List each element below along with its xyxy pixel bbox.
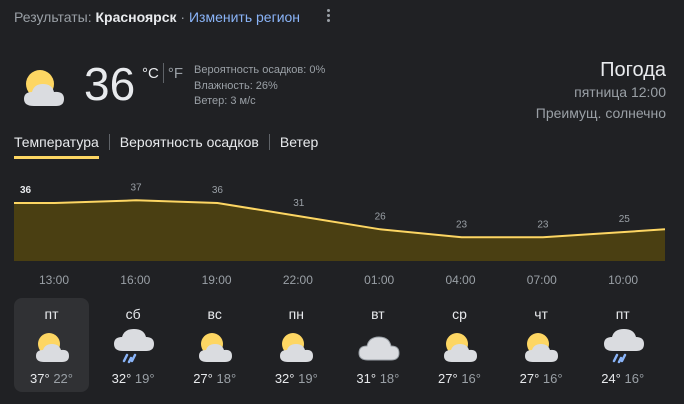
day-high: 31° [356, 371, 377, 386]
day-low: 18° [379, 371, 400, 386]
day-low: 16° [461, 371, 481, 386]
time-tick: 13:00 [38, 273, 70, 287]
day-name: чт [534, 306, 548, 322]
day-high: 27° [438, 371, 458, 386]
time-tick: 19:00 [201, 273, 232, 287]
fahrenheit-unit[interactable]: °F [168, 65, 183, 82]
temperature-label: 23 [537, 219, 549, 230]
day-temps: 32° 19° [259, 371, 334, 386]
temperature-area [14, 200, 665, 261]
day-temps: 32° 19° [96, 371, 171, 386]
day-card[interactable]: пт 37° 22° [14, 298, 89, 392]
tabs: Температура Вероятность осадков Ветер [14, 134, 318, 159]
temperature-label: 37 [131, 182, 143, 193]
day-low: 19° [298, 371, 318, 386]
day-card[interactable]: вт 31° 18° [340, 298, 415, 392]
time-tick: 01:00 [364, 273, 395, 287]
day-name: пт [615, 306, 630, 322]
day-name: вт [371, 306, 385, 322]
rain-icon [599, 327, 647, 365]
partly-cloudy-icon [272, 327, 320, 365]
current-temperature: 36 [84, 58, 136, 110]
day-temps: 31° 18° [340, 371, 415, 386]
day-low: 16° [542, 371, 563, 386]
day-temps: 37° 22° [14, 371, 89, 386]
day-card[interactable]: ср 27° 16° [422, 298, 497, 392]
precipitation-text: Вероятность осадков: 0% [194, 64, 326, 76]
day-high: 37° [30, 371, 50, 386]
day-card[interactable]: пн 32° 19° [259, 298, 334, 392]
temperature-label: 36 [212, 185, 224, 196]
day-name: ср [452, 306, 467, 322]
day-card[interactable]: чт 27° 16° [504, 298, 579, 392]
day-temps: 27° 18° [177, 371, 252, 386]
day-card[interactable]: пт 24° 16° [585, 298, 660, 392]
tab-temperature[interactable]: Температура [14, 134, 99, 159]
weather-condition: Преимущ. солнечно [535, 105, 666, 121]
time-tick: 07:00 [526, 273, 557, 287]
temperature-label: 26 [375, 211, 387, 222]
weather-title: Погода [600, 59, 666, 81]
tab-precipitation[interactable]: Вероятность осадков [120, 134, 259, 150]
results-label: Результаты: [14, 9, 92, 25]
day-low: 19° [134, 371, 155, 386]
partly-cloudy-icon [24, 70, 64, 106]
time-tick: 04:00 [445, 273, 476, 287]
weather-datetime: пятница 12:00 [574, 84, 666, 100]
tab-wind[interactable]: Ветер [280, 134, 319, 150]
humidity-text: Влажность: 26% [194, 79, 278, 92]
day-name: пт [44, 306, 59, 322]
wind-text: Ветер: 3 м/с [194, 95, 256, 107]
temperature-label: 31 [293, 198, 305, 209]
day-temps: 24° 16° [585, 371, 660, 386]
day-high: 32° [111, 371, 132, 386]
celsius-unit[interactable]: °C [142, 65, 159, 82]
time-tick: 10:00 [608, 273, 639, 287]
header-separator: · [180, 9, 186, 25]
day-low: 18° [216, 371, 237, 386]
more-options-icon[interactable] [322, 7, 334, 27]
city-name: Красноярск [95, 9, 177, 25]
day-temps: 27° 16° [504, 371, 579, 386]
day-low: 16° [624, 371, 645, 386]
day-low: 22° [53, 371, 73, 386]
weather-details: Вероятность осадков: 0% Влажность: 26% В… [194, 63, 325, 110]
day-name: вс [207, 306, 222, 322]
partly-cloudy-icon [517, 327, 565, 365]
day-high: 24° [601, 371, 621, 386]
day-card[interactable]: сб 32° 19° [96, 298, 171, 392]
day-temps: 27° 16° [422, 371, 497, 386]
weather-summary: Погода пятница 12:00 Преимущ. солнечно [536, 58, 666, 124]
day-name: сб [125, 306, 141, 322]
temperature-chart: 36 37 36 31 26 23 23 25 [14, 182, 666, 261]
change-region-link[interactable]: Изменить регион [189, 9, 300, 25]
day-high: 32° [274, 371, 295, 386]
time-axis: 13:00 16:00 19:00 22:00 01:00 04:00 07:00 10:00 [0, 273, 684, 287]
temperature-label: 25 [619, 214, 631, 225]
temperature-label: 36 [20, 185, 32, 196]
cloudy-icon [354, 327, 402, 365]
temperature-label: 23 [456, 219, 468, 230]
rain-icon [109, 327, 157, 365]
time-tick: 22:00 [282, 273, 313, 287]
day-name: пн [288, 306, 304, 322]
day-high: 27° [193, 371, 213, 386]
results-header: Результаты: Красноярск · Изменить регион [14, 9, 300, 25]
unit-switch: °C °F [142, 63, 183, 83]
partly-cloudy-icon [191, 327, 239, 365]
partly-cloudy-icon [436, 327, 484, 365]
time-tick: 16:00 [120, 273, 151, 287]
day-high: 27° [519, 371, 540, 386]
day-card[interactable]: вс 27° 18° [177, 298, 252, 392]
partly-cloudy-icon [28, 327, 76, 365]
